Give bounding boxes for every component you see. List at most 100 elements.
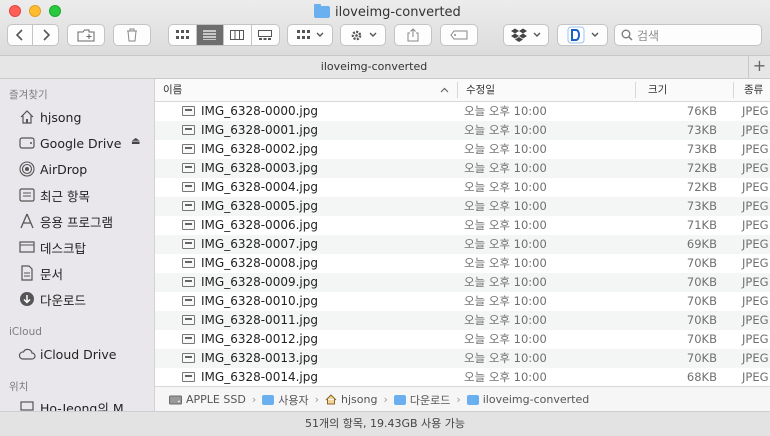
sidebar-item-downloads[interactable]: 다운로드	[18, 289, 86, 309]
file-row[interactable]: IMG_6328-0003.jpg 오늘 오후 10:00 72KB JPEG	[155, 159, 770, 178]
chevron-down-icon	[591, 32, 598, 37]
image-file-icon	[182, 106, 195, 116]
file-row[interactable]: IMG_6328-0011.jpg 오늘 오후 10:00 70KB JPEG	[155, 311, 770, 330]
path-separator: ›	[383, 393, 388, 406]
file-row[interactable]: IMG_6328-0014.jpg 오늘 오후 10:00 68KB JPEG	[155, 368, 770, 386]
file-row[interactable]: IMG_6328-0005.jpg 오늘 오후 10:00 73KB JPEG	[155, 197, 770, 216]
sidebar-item-google-drive[interactable]: Google Drive	[18, 133, 121, 153]
sidebar-item-recents[interactable]: 최근 항목	[18, 185, 90, 205]
gallery-icon	[258, 30, 273, 40]
icon-view-button[interactable]	[169, 25, 197, 45]
sidebar-item-documents[interactable]: 문서	[18, 263, 63, 283]
path-item-disk[interactable]: APPLE SSD	[169, 393, 246, 406]
new-tab-button[interactable]: +	[748, 56, 770, 78]
path-item-users[interactable]: 사용자	[262, 392, 309, 408]
gallery-view-button[interactable]	[252, 25, 279, 45]
dropbox-icon	[511, 28, 527, 42]
sidebar-item-home[interactable]: hjsong	[18, 107, 81, 127]
folder-icon	[262, 394, 275, 405]
file-date: 오늘 오후 10:00	[464, 313, 547, 327]
sidebar-item-applications[interactable]: 응용 프로그램	[18, 211, 113, 231]
column-divider[interactable]	[635, 82, 636, 98]
file-size: 70KB	[686, 294, 717, 308]
file-name: IMG_6328-0010.jpg	[201, 294, 318, 308]
column-kind-header[interactable]: 종류	[744, 79, 763, 101]
path-item-current[interactable]: iloveimg-converted	[466, 393, 589, 406]
close-button[interactable]	[9, 5, 21, 17]
sidebar-item-icloud-drive[interactable]: iCloud Drive	[18, 344, 116, 364]
column-divider[interactable]	[733, 82, 734, 98]
file-row[interactable]: IMG_6328-0008.jpg 오늘 오후 10:00 70KB JPEG	[155, 254, 770, 273]
file-name: IMG_6328-0006.jpg	[201, 218, 318, 232]
image-file-icon	[182, 201, 195, 211]
file-name: IMG_6328-0014.jpg	[201, 370, 318, 384]
image-file-icon	[182, 296, 195, 306]
download-icon	[18, 290, 36, 308]
sidebar-item-computer[interactable]: Ho-Jeong의 M	[18, 397, 124, 411]
file-size: 70KB	[686, 332, 717, 346]
column-size-header[interactable]: 크기	[648, 79, 667, 101]
new-folder-icon	[77, 29, 95, 41]
sidebar-item-label: 데스크탑	[40, 240, 87, 256]
file-name: IMG_6328-0013.jpg	[201, 351, 318, 365]
tags-button[interactable]	[440, 24, 478, 46]
file-row[interactable]: IMG_6328-0010.jpg 오늘 오후 10:00 70KB JPEG	[155, 292, 770, 311]
path-item-home[interactable]: hjsong	[325, 393, 377, 406]
home-icon	[18, 108, 36, 126]
sidebar-item-label: 응용 프로그램	[40, 214, 113, 230]
search-field[interactable]: 검색	[614, 24, 762, 46]
file-name: IMG_6328-0008.jpg	[201, 256, 318, 270]
image-file-icon	[182, 182, 195, 192]
file-row[interactable]: IMG_6328-0007.jpg 오늘 오후 10:00 69KB JPEG	[155, 235, 770, 254]
column-divider[interactable]	[457, 82, 458, 98]
image-file-icon	[182, 239, 195, 249]
sidebar-item-desktop[interactable]: 데스크탑	[18, 237, 86, 257]
home-icon	[325, 394, 337, 405]
drive-icon	[18, 134, 36, 152]
file-row[interactable]: IMG_6328-0012.jpg 오늘 오후 10:00 70KB JPEG	[155, 330, 770, 349]
file-kind: JPEG	[742, 123, 769, 137]
image-file-icon	[182, 258, 195, 268]
back-button[interactable]	[8, 25, 34, 45]
column-view-button[interactable]	[224, 25, 252, 45]
list-view-button[interactable]	[196, 25, 224, 45]
file-row[interactable]: IMG_6328-0009.jpg 오늘 오후 10:00 70KB JPEG	[155, 273, 770, 292]
file-row[interactable]: IMG_6328-0000.jpg 오늘 오후 10:00 76KB JPEG	[155, 102, 770, 121]
file-row[interactable]: IMG_6328-0006.jpg 오늘 오후 10:00 71KB JPEG	[155, 216, 770, 235]
minimize-button[interactable]	[29, 5, 41, 17]
file-date: 오늘 오후 10:00	[464, 351, 547, 365]
sidebar-item-airdrop[interactable]: AirDrop	[18, 159, 87, 179]
file-size: 72KB	[686, 161, 717, 175]
path-separator: ›	[251, 393, 257, 406]
sidebar-item-label: 다운로드	[40, 292, 87, 308]
path-item-downloads[interactable]: 다운로드	[393, 392, 450, 408]
forward-button[interactable]	[33, 25, 58, 45]
column-date-header[interactable]: 수정일	[466, 79, 495, 101]
view-mode-control	[168, 24, 280, 46]
file-kind: JPEG	[742, 104, 769, 118]
tab-current[interactable]: iloveimg-converted	[0, 56, 748, 78]
status-bar: 51개의 항목, 19.43GB 사용 가능	[0, 411, 770, 436]
new-folder-button[interactable]	[67, 24, 105, 46]
file-size: 73KB	[686, 123, 717, 137]
image-file-icon	[182, 125, 195, 135]
file-date: 오늘 오후 10:00	[464, 218, 547, 232]
group-by-button[interactable]	[287, 24, 333, 46]
file-date: 오늘 오후 10:00	[464, 275, 547, 289]
file-row[interactable]: IMG_6328-0013.jpg 오늘 오후 10:00 70KB JPEG	[155, 349, 770, 368]
zoom-button[interactable]	[49, 5, 61, 17]
file-row[interactable]: IMG_6328-0004.jpg 오늘 오후 10:00 72KB JPEG	[155, 178, 770, 197]
dropbox-button[interactable]	[503, 24, 549, 46]
eject-icon[interactable]: ⏏	[131, 136, 140, 147]
action-button[interactable]	[340, 24, 386, 46]
file-date: 오늘 오후 10:00	[464, 237, 547, 251]
file-row[interactable]: IMG_6328-0001.jpg 오늘 오후 10:00 73KB JPEG	[155, 121, 770, 140]
trash-button[interactable]	[113, 24, 151, 46]
column-name-header[interactable]: 이름	[163, 79, 182, 101]
dlogo-app-button[interactable]	[557, 24, 608, 46]
file-row[interactable]: IMG_6328-0002.jpg 오늘 오후 10:00 73KB JPEG	[155, 140, 770, 159]
file-name: IMG_6328-0011.jpg	[201, 313, 318, 327]
share-button[interactable]	[394, 24, 432, 46]
tab-bar: iloveimg-converted +	[0, 56, 770, 79]
file-date: 오늘 오후 10:00	[464, 142, 547, 156]
